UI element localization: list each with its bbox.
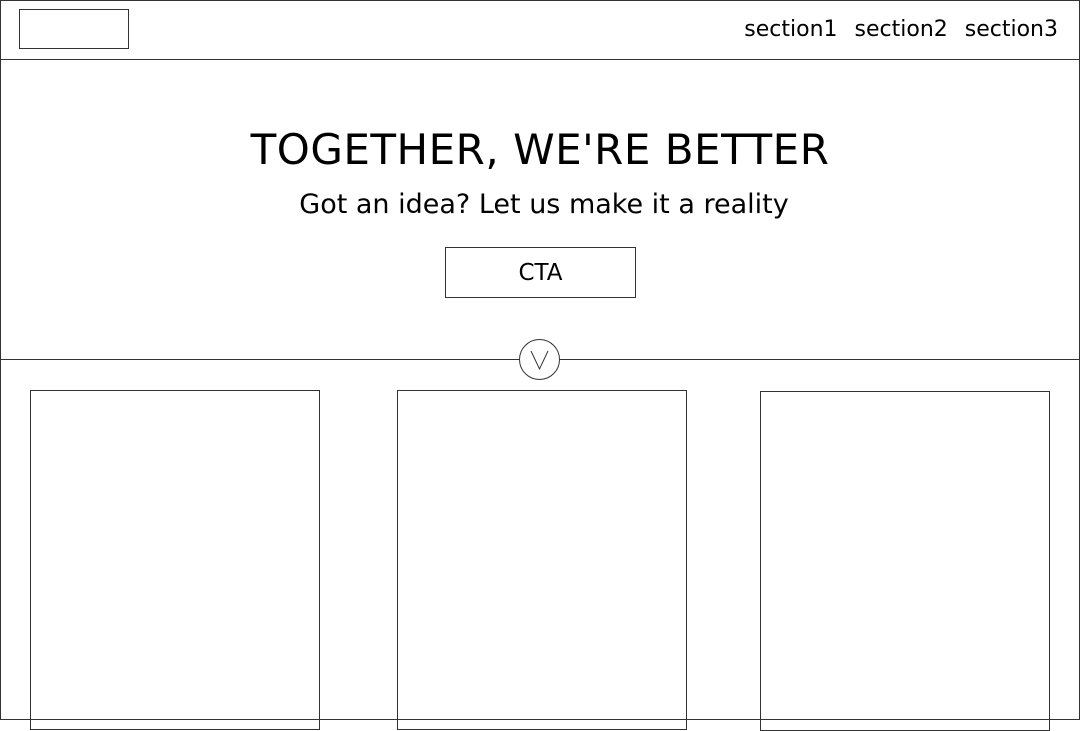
- chevron-down-icon: [530, 350, 549, 371]
- nav-link-section2[interactable]: section2: [855, 16, 948, 44]
- logo-placeholder[interactable]: [19, 9, 129, 49]
- main-nav: section1 section2 section3: [744, 16, 1058, 44]
- cta-button[interactable]: CTA: [445, 247, 636, 298]
- card-1: [30, 390, 320, 730]
- hero-subtitle: Got an idea? Let us make it a reality: [299, 189, 789, 220]
- card-3: [760, 391, 1050, 731]
- hero-title: TOGETHER, WE'RE BETTER: [250, 125, 830, 174]
- scroll-down-button[interactable]: [519, 339, 560, 380]
- nav-link-section3[interactable]: section3: [965, 16, 1058, 44]
- card-2: [397, 390, 687, 730]
- site-header: section1 section2 section3: [0, 0, 1080, 60]
- hero-section: TOGETHER, WE'RE BETTER Got an idea? Let …: [0, 60, 1080, 360]
- nav-link-section1[interactable]: section1: [744, 16, 837, 44]
